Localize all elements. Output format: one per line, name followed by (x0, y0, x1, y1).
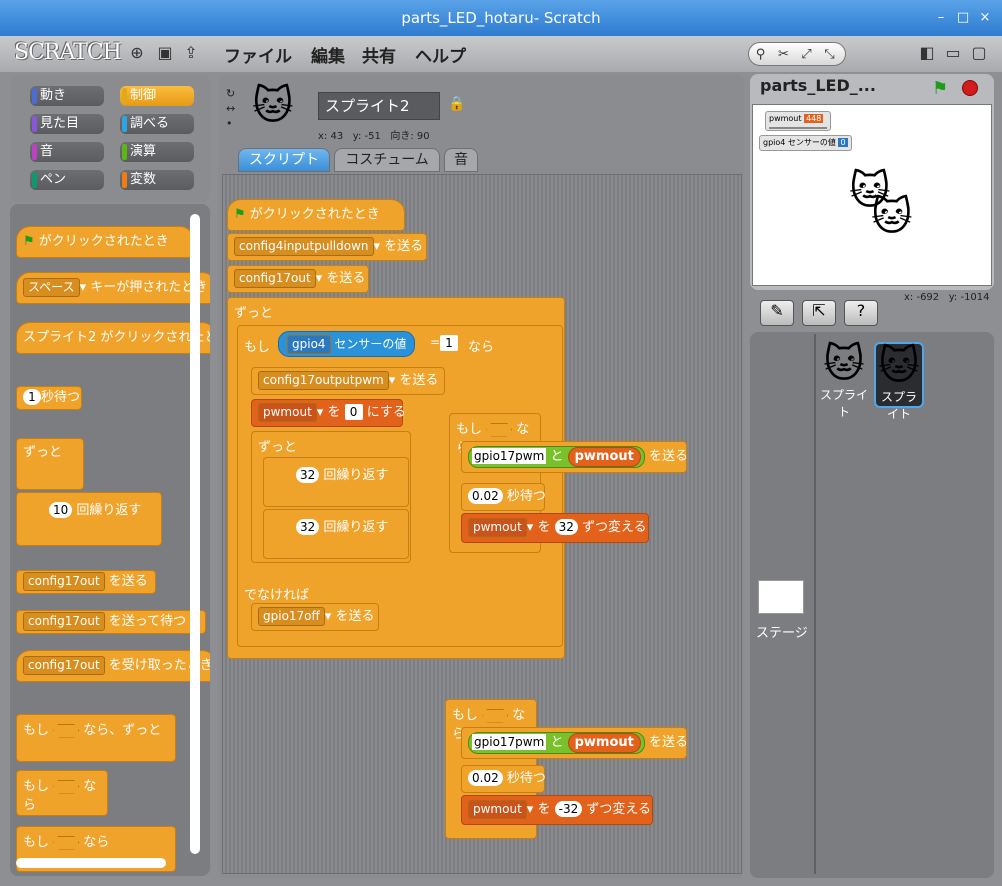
stage-thumbnail[interactable] (758, 580, 804, 614)
script-send-1[interactable]: config4inputpulldown ▾ を送る (227, 233, 427, 261)
stage-label: ステージ (756, 626, 808, 641)
tab-sounds[interactable]: 音 (444, 148, 478, 172)
window-titlebar: parts_LED_hotaru- Scratch (0, 0, 1002, 36)
palette-if[interactable]: もし なら (16, 770, 108, 816)
palette-if-forever[interactable]: もし なら、ずっと (16, 714, 176, 762)
script-change-1[interactable]: pwmout ▾ を 32 ずつ変える (461, 513, 649, 543)
menu-file[interactable]: ファイル (224, 42, 292, 67)
menubar: SCRATCH ⊕ ▣ ⇪ ファイル 編集 共有 ヘルプ ⚲ ✂ ⤢ ⤡ ◧ ▭ ▢ (0, 36, 1002, 72)
script-send-4[interactable]: gpio17off ▾ を送る (251, 603, 379, 631)
sprite-list-item-1[interactable]: 🐱 スプライト (818, 342, 870, 419)
script-wait-1[interactable]: 0.02 秒待つ (461, 483, 546, 511)
stage-canvas[interactable]: pwmout 448 gpio4 センサーの値 0 🐱 🐱 (752, 104, 992, 286)
project-title: parts_LED_... (760, 76, 876, 95)
globe-icon[interactable]: ⊕ (128, 44, 146, 62)
script-change-2[interactable]: pwmout ▾ を -32 ずつ変える (461, 795, 653, 825)
script-join-send-1[interactable]: gpio17pwm と pwmout を送る (461, 441, 688, 473)
palette-scrollbar[interactable] (190, 214, 200, 854)
category-variables[interactable]: 変数 (120, 170, 194, 190)
category-sensing[interactable]: 調べる (120, 114, 194, 134)
category-pen[interactable]: ペン (30, 170, 104, 190)
save-icon[interactable]: ▣ (156, 44, 174, 62)
layout-small-stage-icon[interactable]: ◧ (918, 44, 936, 62)
presentation-mode-icon[interactable]: ▢ (970, 44, 988, 62)
close-button[interactable]: × (976, 9, 994, 27)
sprite-thumbnail: 🐱 (252, 83, 294, 129)
category-operators[interactable]: 演算 (120, 142, 194, 162)
scratch-logo: SCRATCH (14, 40, 122, 65)
green-flag-icon: ⚑ (234, 207, 246, 222)
palette-key-hat[interactable]: スペース ▾ キーが押されたとき (16, 272, 210, 304)
grow-icon[interactable]: ⤢ (795, 44, 818, 66)
random-sprite-button[interactable]: ? (844, 300, 878, 326)
choose-sprite-button[interactable]: ⇱ (802, 300, 836, 326)
green-flag-button[interactable]: ⚑ (932, 78, 948, 99)
monitor-gpio4[interactable]: gpio4 センサーの値 0 (759, 135, 852, 151)
stage-tool-group: ⚲ ✂ ⤢ ⤡ (748, 42, 846, 66)
lock-icon[interactable]: 🔒 (448, 96, 465, 112)
palette-sprite-click-hat[interactable]: スプライト2 がクリックされたとき (16, 322, 210, 354)
category-looks[interactable]: 見た目 (30, 114, 104, 134)
script-set-var[interactable]: pwmout ▾ を 0 にする (251, 399, 406, 427)
script-repeat-2[interactable]: 32 回繰り返す (263, 509, 409, 559)
window-title: parts_LED_hotaru- Scratch (401, 9, 601, 27)
script-flag-hat[interactable]: ⚑ がクリックされたとき (227, 199, 405, 231)
rotation-style-buttons[interactable]: ↻ ↔ • (226, 86, 240, 132)
menu-help[interactable]: ヘルプ (415, 42, 466, 67)
palette-broadcast[interactable]: config17out を送る (16, 570, 156, 594)
palette-hscrollbar[interactable] (16, 858, 166, 868)
palette-receive-hat[interactable]: config17out を受け取ったとき (16, 650, 210, 682)
script-send-2[interactable]: config17out ▾ を送る (227, 265, 369, 293)
block-palette: ⚑ がクリックされたとき スペース ▾ キーが押されたとき スプライト2 がクリッ… (10, 204, 210, 876)
category-panel: 動き 制御 見た目 調べる 音 演算 ペン 変数 (10, 74, 210, 202)
tab-costumes[interactable]: コスチューム (334, 148, 440, 172)
script-wait-2[interactable]: 0.02 秒待つ (461, 765, 546, 793)
sprite-list-item-2[interactable]: 🐱 スプライト (874, 342, 924, 421)
stage-sprite-2[interactable]: 🐱 (871, 195, 913, 239)
green-flag-icon: ⚑ (23, 234, 35, 249)
scissors-icon[interactable]: ✂ (772, 44, 795, 66)
palette-flag-hat[interactable]: ⚑ がクリックされたとき (16, 226, 194, 258)
stamp-icon[interactable]: ⚲ (749, 44, 772, 66)
menu-edit[interactable]: 編集 (311, 42, 345, 67)
paint-new-sprite-button[interactable]: ✎ (760, 300, 794, 326)
stop-button[interactable] (962, 80, 978, 96)
menu-share[interactable]: 共有 (362, 42, 396, 67)
palette-forever[interactable]: ずっと (16, 438, 84, 490)
palette-broadcast-wait[interactable]: config17out を送って待つ (16, 610, 206, 634)
maximize-button[interactable]: □ (954, 9, 972, 27)
share-icon[interactable]: ⇪ (182, 44, 200, 62)
category-sound[interactable]: 音 (30, 142, 104, 162)
script-repeat-1[interactable]: 32 回繰り返す (263, 457, 409, 507)
sensor-reporter[interactable]: gpio4 センサーの値 (278, 331, 416, 357)
minimize-button[interactable]: – (932, 9, 950, 27)
layout-normal-icon[interactable]: ▭ (944, 44, 962, 62)
monitor-pwmout[interactable]: pwmout 448 (765, 111, 831, 131)
mouse-coords: x: -692 y: -1014 (904, 292, 990, 303)
scripts-canvas[interactable]: ⚑ がクリックされたとき config4inputpulldown ▾ を送る c… (222, 174, 742, 874)
script-join-send-2[interactable]: gpio17pwm と pwmout を送る (461, 727, 688, 759)
tab-scripts[interactable]: スクリプト (238, 148, 330, 172)
category-control[interactable]: 制御 (120, 86, 194, 106)
category-motion[interactable]: 動き (30, 86, 104, 106)
sprite-coords: x: 43 y: -51 向き: 90 (318, 131, 430, 142)
script-send-3[interactable]: config17outputpwm ▾ を送る (251, 367, 445, 395)
sprite-list-divider (814, 334, 816, 874)
shrink-icon[interactable]: ⤡ (818, 44, 841, 66)
palette-wait[interactable]: 1 秒待つ (16, 386, 82, 410)
palette-repeat[interactable]: 10 回繰り返す (16, 492, 162, 546)
sprite-name-field[interactable]: スプライト2 (318, 92, 440, 120)
